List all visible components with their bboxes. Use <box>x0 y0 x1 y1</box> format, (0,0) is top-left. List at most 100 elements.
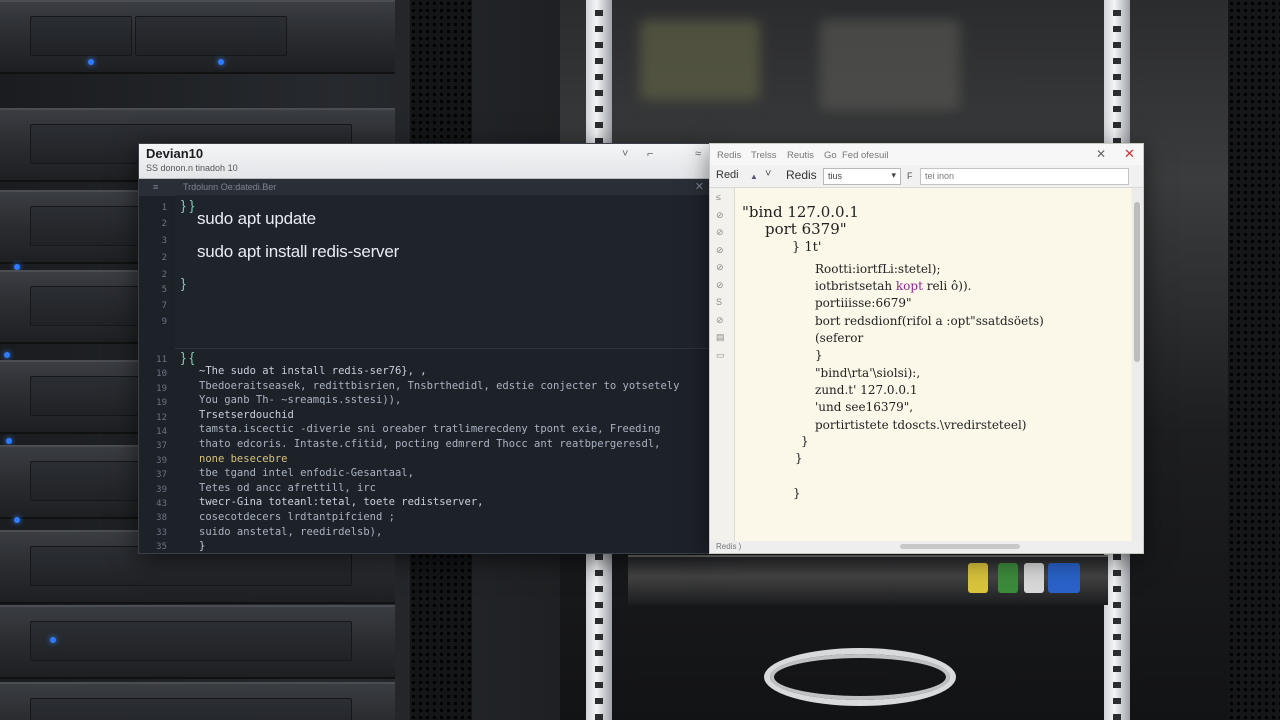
close-icon[interactable]: ✕ <box>695 180 704 193</box>
line-number: 10 <box>156 369 167 380</box>
config-line: 'und see16379", <box>815 400 914 414</box>
search-value: tei inon <box>925 171 955 181</box>
command-line: sudo apt update <box>197 209 316 228</box>
close-window-icon[interactable]: ✕ <box>1124 146 1135 162</box>
server-unit <box>0 0 395 74</box>
network-cable-coil <box>764 648 956 706</box>
line-number: 19 <box>156 398 167 409</box>
redis-config-editor[interactable]: "bind 127.0.0.1 port 6379" } 1t' Rootti:ior… <box>735 188 1131 541</box>
line-number: 7 <box>161 301 167 311</box>
config-line: "bind 127.0.0.1 <box>742 203 859 221</box>
redis-sidebar: ≤ ⊘ ⊘ ⊘ ⊘ ⊘ S ⊘ ▤ ▭ <box>710 188 735 541</box>
config-line: bort redsdionf(rifol a :opt"ssatdsöets) <box>815 314 1044 328</box>
close-icon[interactable]: ✕ <box>1096 147 1106 161</box>
sidebar-tool-icon[interactable]: ⊘ <box>716 245 724 256</box>
line-number: 19 <box>156 383 167 394</box>
line-number: 39 <box>156 484 167 495</box>
output-line: Tbedoeraitseasek, redittbisrien, Tnsbrth… <box>199 379 680 392</box>
line-number: 2 <box>161 253 167 263</box>
sidebar-tool-icon[interactable]: ▤ <box>716 332 725 343</box>
horizontal-scrollbar[interactable] <box>900 544 1020 549</box>
status-text: Redis ) <box>716 542 742 551</box>
line-number: 1 <box>161 203 167 213</box>
output-line: Trsetserdouchid <box>199 408 294 421</box>
minimize-icon[interactable]: ˅ <box>622 148 628 160</box>
chevron-down-icon: ▾ <box>891 170 896 180</box>
config-line: } <box>795 451 803 465</box>
redis-titlebar[interactable]: Redis Trelss Reutis Go Fed ofesuil ✕ ✕ <box>710 144 1143 165</box>
config-line: portiiisse:6679" <box>815 296 912 310</box>
toolbar-label: Redi <box>716 169 739 181</box>
terminal-tab[interactable]: ≡ Trdolunn Oe:datedi.Ber ✕ <box>139 179 710 196</box>
server-unit <box>0 682 395 720</box>
terminal-title: Devian10 <box>146 146 204 161</box>
sidebar-tool-icon[interactable]: ≤ <box>716 192 721 202</box>
config-line: zund.t' 127.0.0.1 <box>815 383 918 397</box>
menu-item[interactable]: Reutis <box>787 150 814 161</box>
line-number: 12 <box>156 412 167 423</box>
sidebar-tool-icon[interactable]: ⊘ <box>716 315 724 326</box>
terminal-subtitle: SS donon.n tinadoh 10 <box>146 163 238 173</box>
config-line: } 1t' <box>792 240 822 255</box>
config-line: portirtistete tdoscts.\vredirsteteel) <box>815 418 1027 432</box>
config-line: "bind\rta'\siolsi):, <box>815 366 921 380</box>
search-input[interactable]: tei inon <box>920 168 1129 185</box>
terminal-window[interactable]: Devian10 SS donon.n tinadoh 10 ˅ ⌐ ≈ ≡ T… <box>138 143 711 554</box>
command-line: sudo apt install redis-server <box>197 242 400 261</box>
line-number-gutter: 1 2 3 2 2 5 7 9 11 10 19 19 12 14 37 39 37 39 43 38 33 35 <box>139 195 175 553</box>
line-number: 37 <box>156 441 167 452</box>
output-line: suido anstetal, reedirdelsb), <box>199 525 383 538</box>
sidebar-tool-icon[interactable]: ⊘ <box>716 280 724 291</box>
redis-config-window[interactable]: Redis Trelss Reutis Go Fed ofesuil ✕ ✕ R… <box>709 143 1144 554</box>
line-number: 5 <box>161 285 167 295</box>
line-number: 9 <box>161 317 167 327</box>
config-line: Rootti:iortfLi:stetel); <box>815 262 941 276</box>
menu-item[interactable]: Fed ofesuil <box>842 150 888 161</box>
sidebar-tool-icon[interactable]: ⊘ <box>716 210 724 221</box>
sidebar-tool-icon[interactable]: ▭ <box>716 350 725 361</box>
editor-command-pane[interactable]: } } sudo apt update sudo apt install red… <box>175 195 710 349</box>
search-prefix: F <box>907 171 913 181</box>
output-line: cosecotdecers lrdtantpifciend ; <box>199 511 395 523</box>
menu-icon[interactable]: ≈ <box>695 148 701 160</box>
menu-item[interactable]: Redis <box>717 150 741 161</box>
menu-item[interactable]: Trelss <box>751 150 777 161</box>
redis-toolbar: Redi ▲ ˅ Redis tius ▾ F tei inon <box>710 165 1143 188</box>
terminal-titlebar[interactable]: Devian10 SS donon.n tinadoh 10 ˅ ⌐ ≈ <box>139 144 710 179</box>
menu-item[interactable]: Go <box>824 150 837 161</box>
line-number: 11 <box>156 355 167 365</box>
output-line: twecr-Gina toteanl:tetal, toete redistse… <box>199 496 484 509</box>
terminal-output-pane[interactable]: } { ~The sudo at install redis-ser76}, ,… <box>175 349 710 553</box>
config-line: port 6379" <box>765 220 847 238</box>
db-select[interactable]: tius ▾ <box>823 168 901 185</box>
line-number: 35 <box>156 542 167 553</box>
tab-label: Trdolunn Oe:datedi.Ber <box>183 182 277 192</box>
output-line: You ganb Th- ~sreamqis.sstesi)), <box>199 394 402 407</box>
line-number: 3 <box>161 236 167 246</box>
cabinet-mesh <box>1228 0 1280 720</box>
chevron-down-icon[interactable]: ˅ <box>765 168 771 180</box>
output-line: Tetes od ancc afrettill, irc <box>199 481 377 494</box>
code-brace: } } <box>181 197 195 213</box>
code-brace: } <box>181 275 186 291</box>
line-number: 2 <box>161 270 167 280</box>
network-switch <box>628 555 1108 605</box>
line-number: 43 <box>156 499 167 509</box>
sidebar-tool-icon[interactable]: ⊘ <box>716 227 724 238</box>
sidebar-tool-icon[interactable]: ⊘ <box>716 262 724 273</box>
output-line: ~The sudo at install redis-ser76}, , <box>199 365 427 377</box>
line-number: 38 <box>156 513 167 524</box>
output-line: tbe tgand intel enfodic-Gesantaal, <box>199 467 414 480</box>
vertical-scrollbar[interactable] <box>1132 188 1143 541</box>
tab-icon: ≡ <box>153 182 159 192</box>
config-line: (seferor <box>815 331 864 345</box>
sidebar-tool-icon[interactable]: S <box>716 297 722 307</box>
line-number: 33 <box>156 527 167 538</box>
server-unit <box>0 605 395 679</box>
redis-statusbar: Redis ) <box>710 541 1143 553</box>
line-number: 2 <box>161 219 167 229</box>
maximize-icon[interactable]: ⌐ <box>647 148 653 160</box>
arrow-up-icon[interactable]: ▲ <box>750 172 758 181</box>
config-line: } <box>801 434 809 448</box>
config-line: iotbristsetah kopt reli ô)). <box>815 279 972 293</box>
